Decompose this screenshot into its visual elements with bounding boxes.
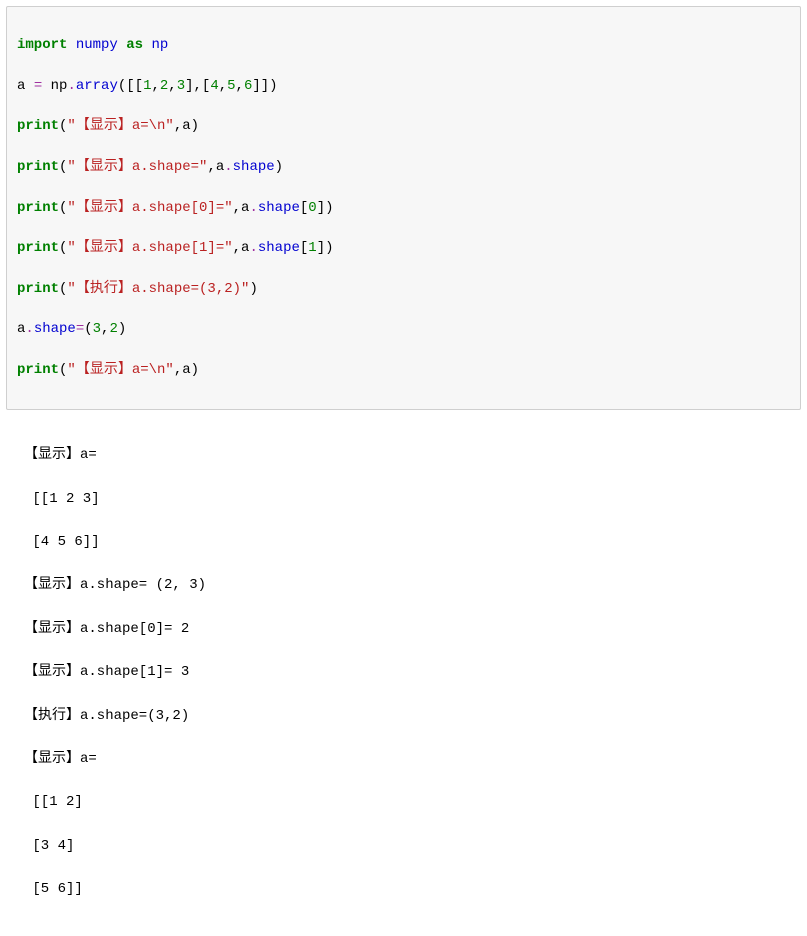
num: 4 (210, 78, 218, 94)
keyword-import: import (17, 37, 67, 53)
bracket: ],[ (185, 78, 210, 94)
num: 1 (308, 240, 316, 256)
attr-shape: shape (233, 159, 275, 175)
comma: , (168, 78, 176, 94)
string: "【显示】a=\n" (67, 118, 173, 134)
paren: ) (325, 200, 333, 216)
alias-np: np (151, 37, 168, 53)
code-line-4: print("【显示】a.shape=",a.shape) (17, 157, 790, 177)
paren: ) (191, 362, 199, 378)
paren: ]]) (252, 78, 277, 94)
fn-print: print (17, 200, 59, 216)
op-assign: = (76, 321, 84, 337)
output-line: 【显示】a= (24, 445, 791, 467)
output-line: [[1 2 3] (24, 489, 791, 511)
fn-print: print (17, 159, 59, 175)
string: "【显示】a=\n" (67, 362, 173, 378)
code-line-6: print("【显示】a.shape[1]=",a.shape[1]) (17, 238, 790, 258)
output-line: 【执行】a.shape=(3,2) (24, 706, 791, 728)
op-assign: = (34, 78, 42, 94)
fn-print: print (17, 240, 59, 256)
dot: . (249, 200, 257, 216)
module-numpy: numpy (76, 37, 118, 53)
string: "【显示】a.shape[1]=" (67, 240, 232, 256)
var-a: a (182, 118, 190, 134)
string: "【显示】a.shape=" (67, 159, 207, 175)
comma: , (207, 159, 215, 175)
string: "【显示】a.shape[0]=" (67, 200, 232, 216)
num: 2 (109, 321, 117, 337)
paren: ([[ (118, 78, 143, 94)
fn-print: print (17, 281, 59, 297)
output-line: [[1 2] (24, 792, 791, 814)
num: 3 (177, 78, 185, 94)
bracket: ] (317, 240, 325, 256)
comma: , (236, 78, 244, 94)
comma: , (219, 78, 227, 94)
comma: , (174, 118, 182, 134)
paren: ) (249, 281, 257, 297)
code-cell: import numpy as np a = np.array([[1,2,3]… (6, 6, 801, 410)
code-line-3: print("【显示】a=\n",a) (17, 116, 790, 136)
output-line: [5 6]] (24, 879, 791, 901)
output-cell: 【显示】a= [[1 2 3] [4 5 6]] 【显示】a.shape= (2… (6, 416, 801, 931)
np: np (51, 78, 68, 94)
fn-print: print (17, 362, 59, 378)
comma: , (233, 240, 241, 256)
output-line: [4 5 6]] (24, 532, 791, 554)
output-line: 【显示】a.shape[0]= 2 (24, 619, 791, 641)
output-line: 【显示】a.shape= (2, 3) (24, 575, 791, 597)
var-a: a (17, 78, 25, 94)
num: 5 (227, 78, 235, 94)
attr-shape: shape (34, 321, 76, 337)
output-line: 【显示】a= (24, 749, 791, 771)
attr-shape: shape (258, 200, 300, 216)
code-line-8: a.shape=(3,2) (17, 319, 790, 339)
paren: ) (191, 118, 199, 134)
comma: , (151, 78, 159, 94)
fn-array: array (76, 78, 118, 94)
keyword-as: as (126, 37, 143, 53)
dot: . (67, 78, 75, 94)
comma: , (174, 362, 182, 378)
comma: , (233, 200, 241, 216)
bracket: ] (317, 200, 325, 216)
dot: . (224, 159, 232, 175)
code-line-5: print("【显示】a.shape[0]=",a.shape[0]) (17, 198, 790, 218)
paren: ) (325, 240, 333, 256)
fn-print: print (17, 118, 59, 134)
string: "【执行】a.shape=(3,2)" (67, 281, 249, 297)
dot: . (249, 240, 257, 256)
num: 0 (308, 200, 316, 216)
num: 3 (93, 321, 101, 337)
paren: ) (118, 321, 126, 337)
code-line-2: a = np.array([[1,2,3],[4,5,6]]) (17, 76, 790, 96)
output-line: [3 4] (24, 836, 791, 858)
code-line-1: import numpy as np (17, 35, 790, 55)
code-line-9: print("【显示】a=\n",a) (17, 360, 790, 380)
code-line-7: print("【执行】a.shape=(3,2)") (17, 279, 790, 299)
var-a: a (182, 362, 190, 378)
output-line: 【显示】a.shape[1]= 3 (24, 662, 791, 684)
paren: ( (84, 321, 92, 337)
dot: . (25, 321, 33, 337)
var-a: a (216, 159, 224, 175)
paren: ) (275, 159, 283, 175)
attr-shape: shape (258, 240, 300, 256)
